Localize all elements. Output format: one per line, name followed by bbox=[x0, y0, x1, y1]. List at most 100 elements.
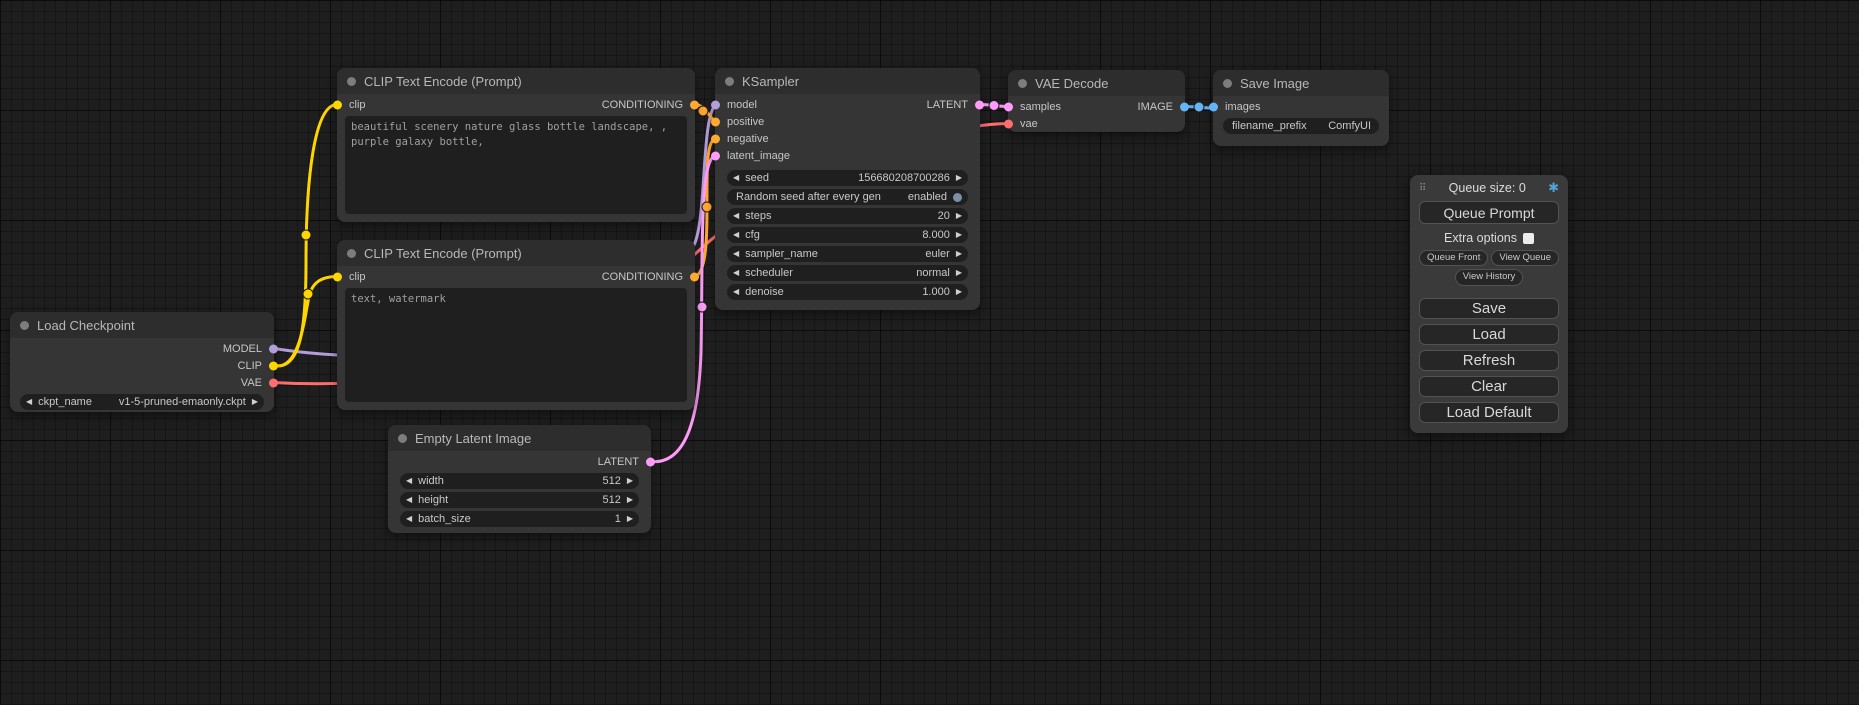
extra-options-checkbox[interactable] bbox=[1523, 233, 1534, 244]
arrow-right-icon[interactable]: ▶ bbox=[956, 288, 962, 296]
widget-sampler-name[interactable]: ◀ sampler_name euler ▶ bbox=[727, 246, 968, 262]
arrow-right-icon[interactable]: ▶ bbox=[956, 250, 962, 258]
port-row: negative bbox=[715, 130, 980, 147]
prompt-textarea[interactable]: beautiful scenery nature glass bottle la… bbox=[345, 116, 687, 214]
node-header[interactable]: CLIP Text Encode (Prompt) bbox=[337, 68, 695, 94]
prompt-textarea[interactable]: text, watermark bbox=[345, 288, 687, 402]
widget-cfg[interactable]: ◀ cfg 8.000 ▶ bbox=[727, 227, 968, 243]
node-header[interactable]: Load Checkpoint bbox=[10, 312, 274, 338]
output-port-model-icon[interactable] bbox=[269, 344, 278, 353]
view-history-button[interactable]: View History bbox=[1455, 269, 1524, 285]
arrow-right-icon[interactable]: ▶ bbox=[956, 231, 962, 239]
arrow-right-icon[interactable]: ▶ bbox=[956, 212, 962, 220]
load-button[interactable]: Load bbox=[1419, 324, 1559, 345]
collapse-dot-icon[interactable] bbox=[398, 434, 407, 443]
refresh-button[interactable]: Refresh bbox=[1419, 350, 1559, 371]
drag-handle-icon[interactable]: ⠿ bbox=[1419, 183, 1426, 194]
node-header[interactable]: Save Image bbox=[1213, 70, 1389, 96]
save-button[interactable]: Save bbox=[1419, 298, 1559, 319]
port-row: CLIP bbox=[10, 357, 274, 374]
widget-seed[interactable]: ◀ seed 156680208700286 ▶ bbox=[727, 170, 968, 186]
arrow-right-icon[interactable]: ▶ bbox=[252, 398, 258, 406]
arrow-right-icon[interactable]: ▶ bbox=[627, 477, 633, 485]
input-port-vae-icon[interactable] bbox=[1004, 119, 1013, 128]
input-port-clip-icon[interactable] bbox=[333, 272, 342, 281]
node-empty-latent-image[interactable]: Empty Latent Image LATENT ◀ width 512 ▶ … bbox=[388, 425, 651, 533]
node-ksampler[interactable]: KSampler model LATENT positive negative … bbox=[715, 68, 980, 310]
extra-options-label: Extra options bbox=[1444, 231, 1517, 245]
node-title: CLIP Text Encode (Prompt) bbox=[364, 74, 522, 89]
load-default-button[interactable]: Load Default bbox=[1419, 402, 1559, 423]
arrow-left-icon[interactable]: ◀ bbox=[406, 496, 412, 504]
arrow-left-icon[interactable]: ◀ bbox=[26, 398, 32, 406]
input-label-latent-image: latent_image bbox=[727, 150, 790, 162]
widget-height[interactable]: ◀ height 512 ▶ bbox=[400, 492, 639, 508]
widget-scheduler[interactable]: ◀ scheduler normal ▶ bbox=[727, 265, 968, 281]
arrow-right-icon[interactable]: ▶ bbox=[956, 269, 962, 277]
output-port-image-icon[interactable] bbox=[1180, 102, 1189, 111]
node-title: VAE Decode bbox=[1035, 76, 1108, 91]
arrow-left-icon[interactable]: ◀ bbox=[733, 250, 739, 258]
node-save-image[interactable]: Save Image images filename_prefix ComfyU… bbox=[1213, 70, 1389, 146]
output-port-conditioning-icon[interactable] bbox=[690, 272, 699, 281]
arrow-left-icon[interactable]: ◀ bbox=[733, 231, 739, 239]
arrow-right-icon[interactable]: ▶ bbox=[627, 496, 633, 504]
collapse-dot-icon[interactable] bbox=[347, 249, 356, 258]
input-port-positive-icon[interactable] bbox=[711, 117, 720, 126]
input-port-negative-icon[interactable] bbox=[711, 134, 720, 143]
node-clip-text-encode-positive[interactable]: CLIP Text Encode (Prompt) clip CONDITION… bbox=[337, 68, 695, 222]
widget-steps[interactable]: ◀ steps 20 ▶ bbox=[727, 208, 968, 224]
input-label-clip: clip bbox=[349, 99, 366, 111]
collapse-dot-icon[interactable] bbox=[347, 77, 356, 86]
input-port-latent-image-icon[interactable] bbox=[711, 151, 720, 160]
toggle-dot-icon[interactable] bbox=[953, 193, 962, 202]
node-clip-text-encode-negative[interactable]: CLIP Text Encode (Prompt) clip CONDITION… bbox=[337, 240, 695, 410]
collapse-dot-icon[interactable] bbox=[20, 321, 29, 330]
arrow-right-icon[interactable]: ▶ bbox=[956, 174, 962, 182]
input-port-model-icon[interactable] bbox=[711, 100, 720, 109]
collapse-dot-icon[interactable] bbox=[725, 77, 734, 86]
widget-value: 512 bbox=[602, 494, 620, 506]
widget-width[interactable]: ◀ width 512 ▶ bbox=[400, 473, 639, 489]
widget-value: 20 bbox=[938, 210, 950, 222]
arrow-left-icon[interactable]: ◀ bbox=[733, 288, 739, 296]
collapse-dot-icon[interactable] bbox=[1018, 79, 1027, 88]
widget-denoise[interactable]: ◀ denoise 1.000 ▶ bbox=[727, 284, 968, 300]
node-header[interactable]: CLIP Text Encode (Prompt) bbox=[337, 240, 695, 266]
settings-gear-icon[interactable]: ✱ bbox=[1548, 180, 1559, 196]
widget-random-seed[interactable]: Random seed after every gen enabled bbox=[727, 189, 968, 205]
queue-prompt-button[interactable]: Queue Prompt bbox=[1419, 201, 1559, 224]
widget-batch-size[interactable]: ◀ batch_size 1 ▶ bbox=[400, 511, 639, 527]
output-port-latent-icon[interactable] bbox=[975, 100, 984, 109]
collapse-dot-icon[interactable] bbox=[1223, 79, 1232, 88]
output-port-conditioning-icon[interactable] bbox=[690, 100, 699, 109]
input-label-model: model bbox=[727, 99, 757, 111]
arrow-right-icon[interactable]: ▶ bbox=[627, 515, 633, 523]
widget-ckpt-name[interactable]: ◀ ckpt_name v1-5-pruned-emaonly.ckpt ▶ bbox=[20, 394, 264, 410]
arrow-left-icon[interactable]: ◀ bbox=[406, 477, 412, 485]
arrow-left-icon[interactable]: ◀ bbox=[406, 515, 412, 523]
arrow-left-icon[interactable]: ◀ bbox=[733, 269, 739, 277]
node-header[interactable]: KSampler bbox=[715, 68, 980, 94]
widget-filename-prefix[interactable]: filename_prefix ComfyUI bbox=[1223, 118, 1379, 134]
view-queue-button[interactable]: View Queue bbox=[1491, 250, 1559, 266]
node-load-checkpoint[interactable]: Load Checkpoint MODEL CLIP VAE ◀ ckpt_na… bbox=[10, 312, 274, 412]
node-graph-canvas[interactable]: Load Checkpoint MODEL CLIP VAE ◀ ckpt_na… bbox=[0, 0, 1859, 705]
output-label-conditioning: CONDITIONING bbox=[602, 271, 683, 283]
output-port-latent-icon[interactable] bbox=[646, 457, 655, 466]
input-port-samples-icon[interactable] bbox=[1004, 102, 1013, 111]
link-dot-conditioning bbox=[702, 202, 712, 212]
widget-value: v1-5-pruned-emaonly.ckpt bbox=[119, 396, 246, 408]
output-port-vae-icon[interactable] bbox=[269, 378, 278, 387]
output-port-clip-icon[interactable] bbox=[269, 361, 278, 370]
node-vae-decode[interactable]: VAE Decode samples IMAGE vae bbox=[1008, 70, 1185, 132]
node-header[interactable]: VAE Decode bbox=[1008, 70, 1185, 96]
clear-button[interactable]: Clear bbox=[1419, 376, 1559, 397]
arrow-left-icon[interactable]: ◀ bbox=[733, 212, 739, 220]
arrow-left-icon[interactable]: ◀ bbox=[733, 174, 739, 182]
input-port-clip-icon[interactable] bbox=[333, 100, 342, 109]
input-port-images-icon[interactable] bbox=[1209, 102, 1218, 111]
queue-front-button[interactable]: Queue Front bbox=[1419, 250, 1488, 266]
queue-panel[interactable]: ⠿ Queue size: 0 ✱ Queue Prompt Extra opt… bbox=[1410, 175, 1568, 433]
node-header[interactable]: Empty Latent Image bbox=[388, 425, 651, 451]
